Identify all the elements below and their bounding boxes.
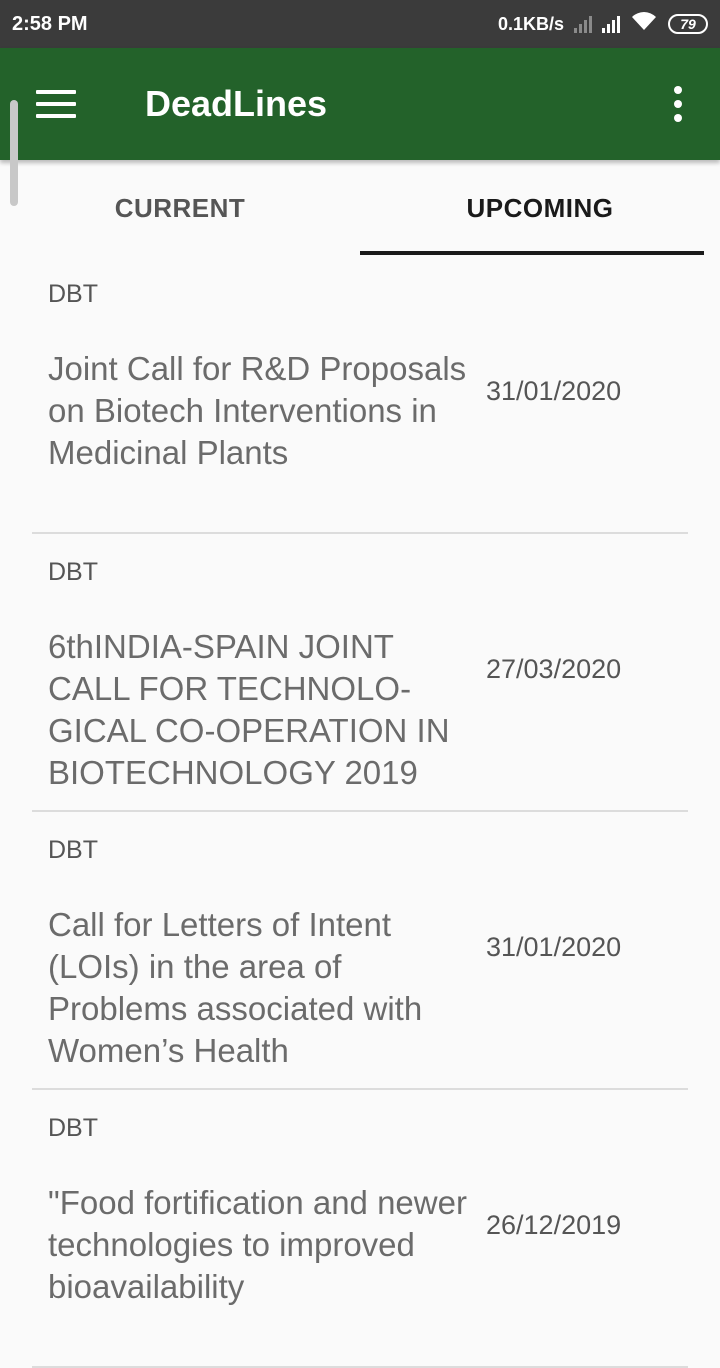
status-bar: 2:58 PM 0.1KB/s 79	[0, 0, 720, 48]
agency-label: DBT	[48, 1114, 98, 1142]
battery-icon: 79	[668, 14, 708, 34]
agency-label: DBT	[48, 280, 98, 308]
tab-current[interactable]: CURRENT	[0, 160, 360, 256]
deadline-date: 31/01/2020	[486, 932, 622, 962]
status-icons: 0.1KB/s 79	[498, 10, 708, 38]
agency-label: DBT	[48, 836, 98, 864]
more-options-icon[interactable]	[672, 86, 684, 122]
deadline-title: Call for Letters of Intent (LOIs) in the…	[48, 906, 423, 1069]
tab-indicator	[360, 251, 704, 255]
deadline-title: Joint Call for R&D Proposals on Biotech …	[48, 350, 467, 471]
net-speed: 0.1KB/s	[497, 13, 564, 34]
list-item[interactable]: DBT "Food fortification and newer techno…	[32, 1090, 688, 1368]
deadline-title: "Food fortification and newer technologi…	[48, 1184, 467, 1305]
deadline-date: 31/01/2020	[486, 376, 622, 406]
deadline-title: 6thINDIA-SPAIN JOINT CALL FOR TECHNOLO-G…	[48, 628, 450, 791]
menu-icon[interactable]	[36, 90, 76, 118]
tab-upcoming[interactable]: UPCOMING	[360, 160, 720, 256]
list-item[interactable]: DBT Joint Call for R&D Proposals on Biot…	[32, 256, 688, 534]
signal-icon	[574, 15, 592, 33]
status-time: 2:58 PM	[12, 12, 88, 35]
app-bar: DeadLines	[0, 48, 720, 160]
list-item[interactable]: DBT Call for Letters of Intent (LOIs) in…	[32, 812, 688, 1090]
wifi-icon	[630, 10, 658, 38]
deadline-list: DBT Joint Call for R&D Proposals on Biot…	[0, 256, 720, 1368]
agency-label: DBT	[48, 558, 98, 586]
deadline-date: 26/12/2019	[486, 1210, 622, 1240]
list-item[interactable]: DBT 6thINDIA-SPAIN JOINT CALL FOR TECHNO…	[32, 534, 688, 812]
tab-bar: CURRENT UPCOMING	[0, 160, 720, 256]
page-title: DeadLines	[145, 83, 328, 124]
signal-icon	[602, 15, 620, 33]
scroll-indicator	[10, 100, 18, 206]
deadline-date: 27/03/2020	[486, 654, 622, 684]
